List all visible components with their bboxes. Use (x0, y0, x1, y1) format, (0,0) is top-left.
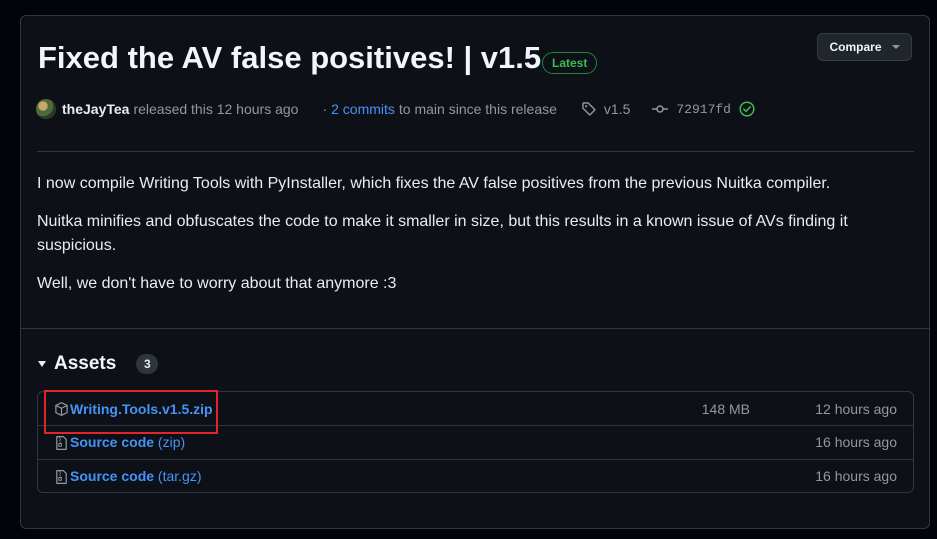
assets-title: Assets (54, 353, 117, 374)
commit-icon (652, 105, 669, 113)
release-notes: I now compile Writing Tools with PyInsta… (37, 172, 897, 310)
assets-toggle[interactable]: Assets 3 (38, 353, 159, 375)
asset-link[interactable]: Source code (tar.gz) (70, 468, 202, 484)
tag-link[interactable]: v1.5 (604, 101, 630, 117)
asset-link-label: Source code (70, 434, 155, 450)
release-meta: theJayTea released this 12 hours ago · 2… (36, 99, 755, 119)
file-zip-icon (56, 470, 67, 484)
asset-date: 16 hours ago (815, 434, 897, 450)
check-circle-icon[interactable] (739, 101, 755, 117)
asset-link[interactable]: Source code (zip) (70, 434, 185, 450)
asset-link-suffix: (tar.gz) (157, 468, 202, 484)
release-card: Fixed the AV false positives! | v1.5 Lat… (20, 15, 930, 529)
released-text: released this 12 hours ago (133, 101, 299, 117)
asset-row: Source code (tar.gz) 16 hours ago (38, 459, 913, 492)
asset-date: 16 hours ago (815, 468, 897, 484)
tag-icon (582, 102, 596, 116)
asset-size: 148 MB (701, 400, 750, 417)
avatar[interactable] (36, 99, 56, 119)
chevron-down-icon (891, 45, 900, 49)
release-notes-paragraph: Nuitka minifies and obfuscates the code … (37, 213, 848, 254)
author-link[interactable]: theJayTea (62, 101, 129, 117)
divider (21, 328, 929, 329)
commit-hash-link[interactable]: 72917fd (676, 102, 731, 117)
release-notes-paragraph: I now compile Writing Tools with PyInsta… (37, 175, 831, 192)
highlight-box (44, 390, 218, 434)
asset-link-suffix: (zip) (157, 434, 186, 450)
compare-button-label: Compare (829, 40, 882, 54)
release-title[interactable]: Fixed the AV false positives! | v1.5 (38, 40, 541, 76)
asset-date: 12 hours ago (815, 400, 897, 417)
file-zip-icon (56, 436, 67, 450)
commits-text: to main since this release (398, 101, 557, 117)
commits-separator: · (322, 101, 328, 117)
release-notes-paragraph: Well, we don't have to worry about that … (37, 275, 397, 292)
asset-link-label: Source code (70, 468, 155, 484)
divider (37, 151, 914, 152)
latest-badge: Latest (542, 52, 598, 74)
compare-button[interactable]: Compare (817, 33, 912, 61)
triangle-down-icon (38, 361, 46, 367)
commits-link[interactable]: 2 commits (331, 101, 395, 117)
assets-count-badge: 3 (136, 354, 159, 374)
